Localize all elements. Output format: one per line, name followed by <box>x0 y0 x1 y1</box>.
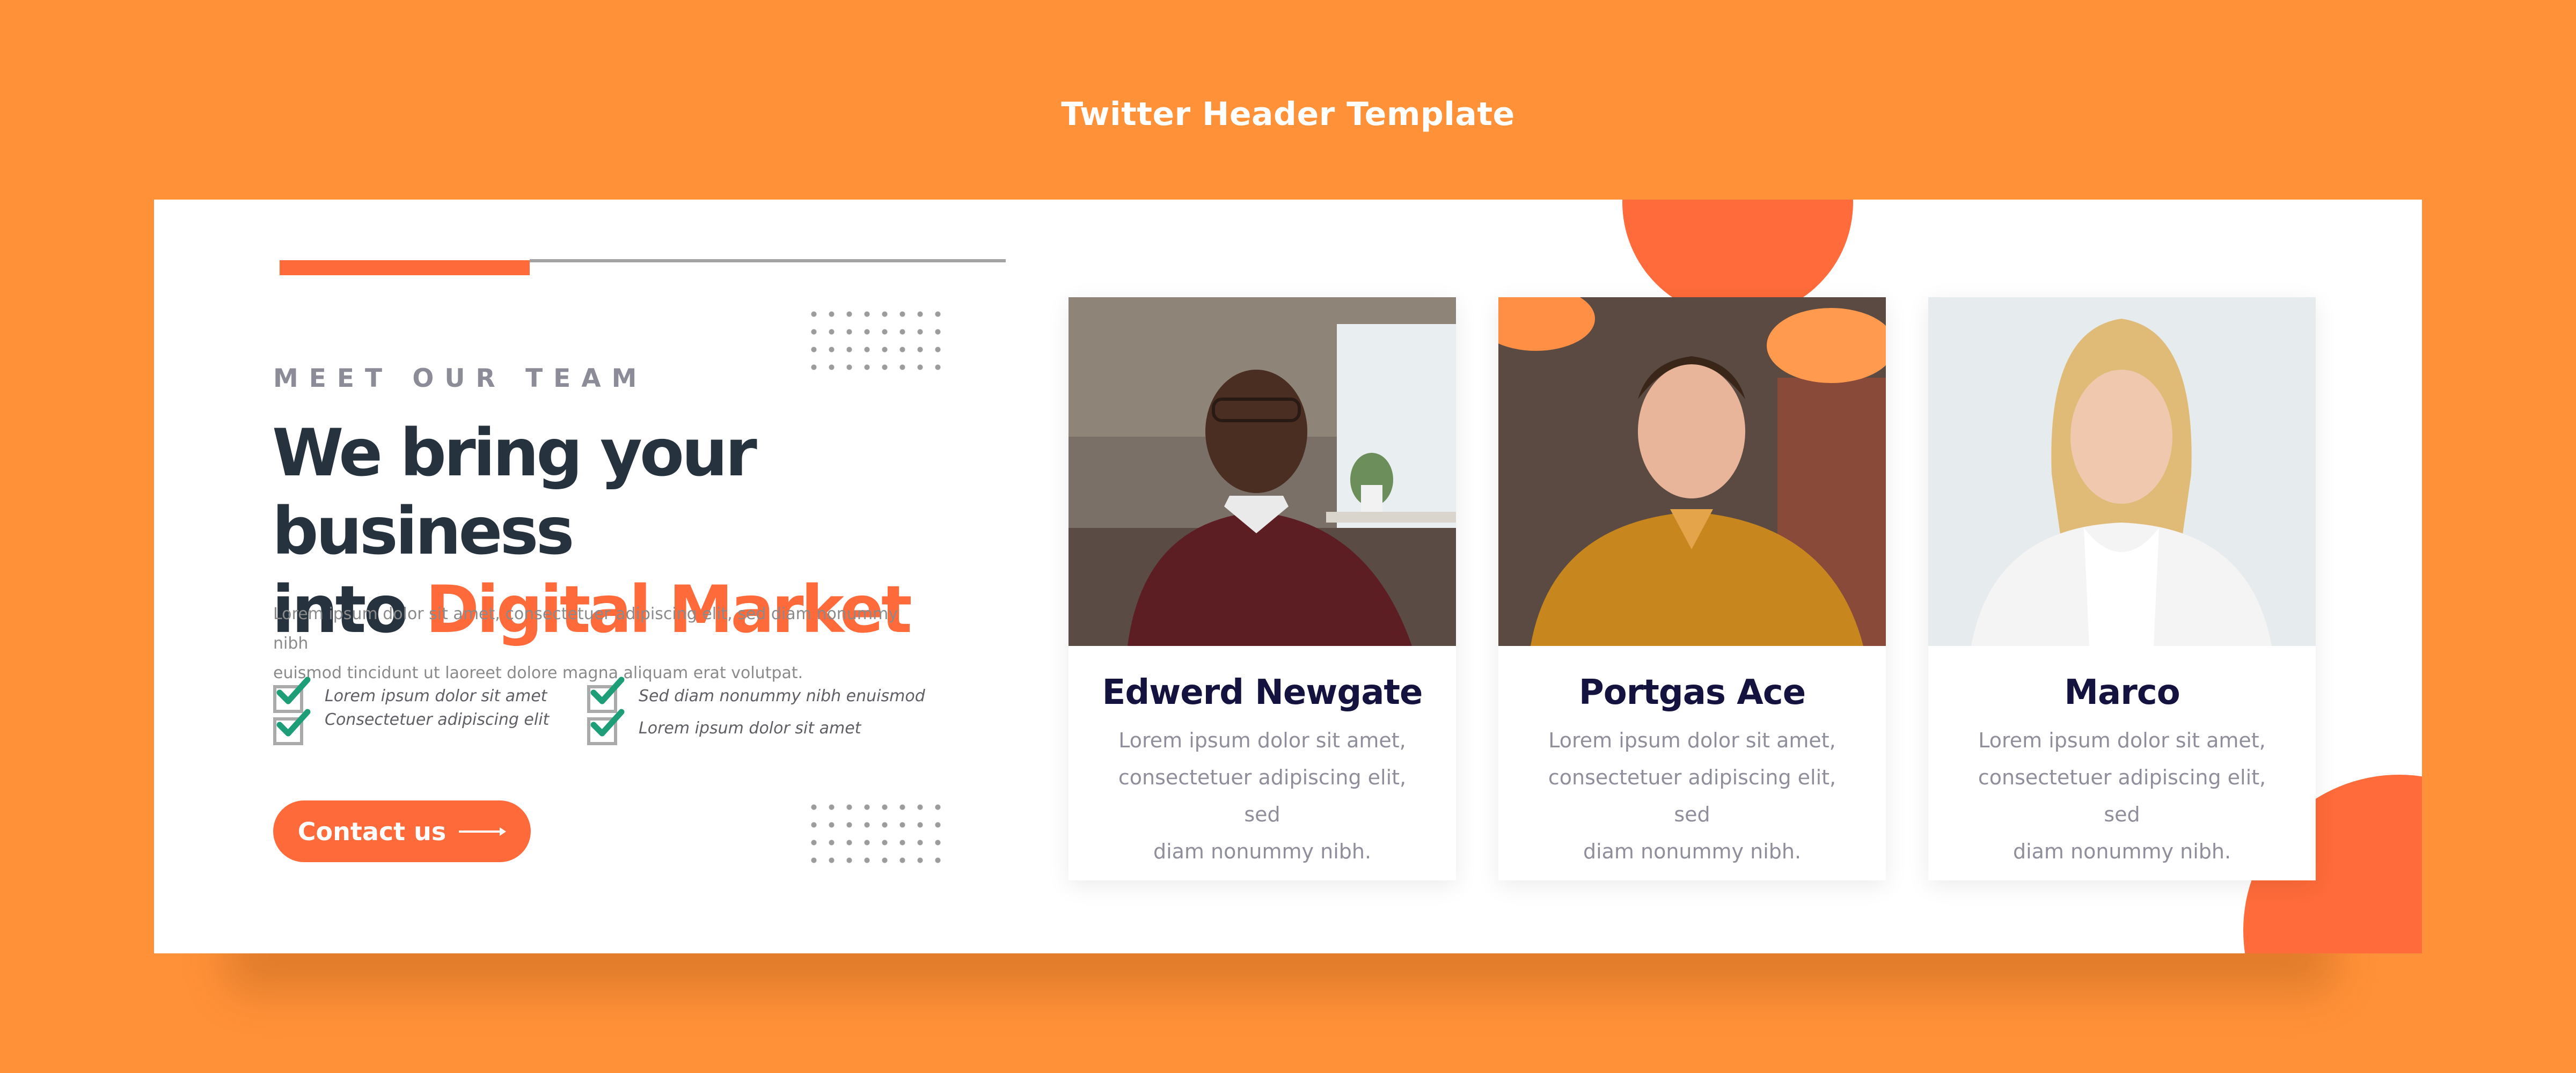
team-photo <box>1498 297 1886 646</box>
checklist-item: Lorem ipsum dolor sit amet <box>587 709 861 747</box>
desc-line: Lorem ipsum dolor sit amet, <box>1118 729 1406 752</box>
team-photo <box>1069 297 1456 646</box>
checkbox-checked-icon <box>273 677 311 713</box>
team-member-desc: Lorem ipsum dolor sit amet, consectetuer… <box>1961 722 2283 870</box>
team-member-name: Portgas Ace <box>1578 673 1806 712</box>
team-card: Marco Lorem ipsum dolor sit amet, consec… <box>1928 297 2316 880</box>
team-member-name: Marco <box>2064 673 2180 712</box>
checklist-label: Lorem ipsum dolor sit amet <box>639 718 861 738</box>
team-photo <box>1928 297 2316 646</box>
desc-line: diam nonummy nibh. <box>1153 840 1372 863</box>
desc-line: diam nonummy nibh. <box>1583 840 1802 863</box>
team-member-name: Edwerd Newgate <box>1102 673 1423 712</box>
arrow-right-icon <box>458 825 507 838</box>
desc-line: Lorem ipsum dolor sit amet, <box>1548 729 1836 752</box>
template-title: Twitter Header Template <box>1061 95 1515 133</box>
team-card: Edwerd Newgate Lorem ipsum dolor sit ame… <box>1069 297 1456 880</box>
desc-line: diam nonummy nibh. <box>2012 840 2231 863</box>
checklist-label: Lorem ipsum dolor sit amet <box>325 686 547 705</box>
accent-bar <box>280 260 530 275</box>
checkbox-checked-icon <box>273 709 311 745</box>
desc-line: Lorem ipsum dolor sit amet, <box>1978 729 2266 752</box>
checkbox-checked-icon <box>587 677 625 713</box>
team-member-desc: Lorem ipsum dolor sit amet, consectetuer… <box>1101 722 1423 870</box>
headline-line-1: We bring your business <box>272 415 757 569</box>
checklist-label: Sed diam nonummy nibh enuismod <box>639 686 925 705</box>
section-eyebrow: MEET OUR TEAM <box>273 364 648 393</box>
divider-line <box>530 259 1006 262</box>
checklist-item: Consectetuer adipiscing elit <box>273 709 549 747</box>
dot-grid-pattern <box>805 798 945 868</box>
team-card: Portgas Ace Lorem ipsum dolor sit amet, … <box>1498 297 1886 880</box>
desc-line: consectetuer adipiscing elit, sed <box>1118 766 1407 826</box>
contact-us-button[interactable]: Contact us <box>273 800 531 862</box>
dot-grid-pattern <box>805 305 945 375</box>
checklist-label: Consectetuer adipiscing elit <box>325 710 550 729</box>
contact-us-label: Contact us <box>297 817 447 846</box>
team-member-desc: Lorem ipsum dolor sit amet, consectetuer… <box>1531 722 1853 870</box>
desc-line: consectetuer adipiscing elit, sed <box>1548 766 1836 826</box>
intro-paragraph: Lorem ipsum dolor sit amet, consectetuer… <box>273 599 917 688</box>
desc-line: consectetuer adipiscing elit, sed <box>1978 766 2266 826</box>
intro-line-1: Lorem ipsum dolor sit amet, consectetuer… <box>273 605 898 653</box>
checkbox-checked-icon <box>587 709 625 745</box>
header-banner: MEET OUR TEAM We bring your business int… <box>154 200 2422 953</box>
